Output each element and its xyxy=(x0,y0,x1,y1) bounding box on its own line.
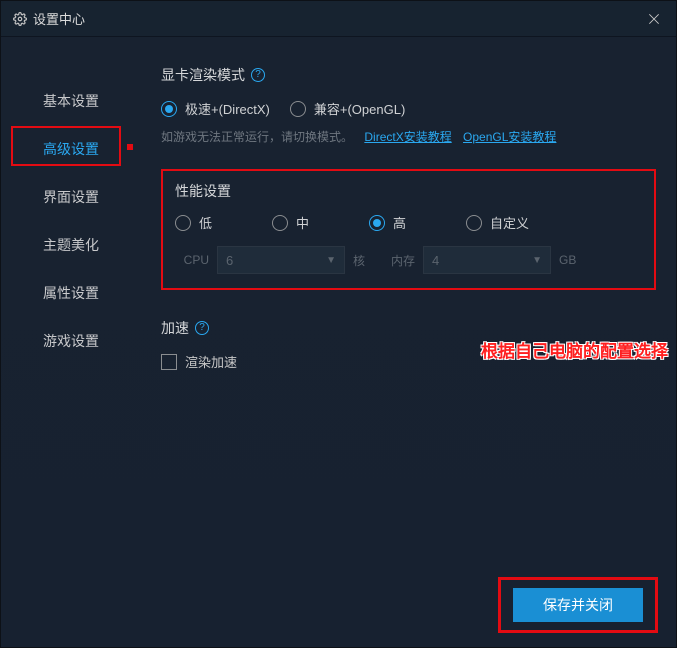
window-title: 设置中心 xyxy=(33,9,85,28)
performance-highlight: 性能设置 低 中 高 自定义 CPU 6 ▼ 核 内存 xyxy=(161,169,656,290)
sidebar-item-basic[interactable]: 基本设置 xyxy=(1,77,141,125)
chevron-down-icon: ▼ xyxy=(326,255,336,266)
radio-label: 低 xyxy=(199,213,212,232)
radio-label: 自定义 xyxy=(490,213,529,232)
sidebar-item-property[interactable]: 属性设置 xyxy=(1,269,141,317)
mem-label: 内存 xyxy=(381,252,415,269)
sidebar-item-label: 属性设置 xyxy=(43,283,99,303)
radio-label: 极速+(DirectX) xyxy=(185,99,270,118)
main-panel: 显卡渲染模式 ? 极速+(DirectX) 兼容+(OpenGL) 如游戏无法正… xyxy=(141,37,676,647)
radio-opengl[interactable]: 兼容+(OpenGL) xyxy=(290,99,405,118)
render-mode-hint: 如游戏无法正常运行，请切换模式。 DirectX安装教程 OpenGL安装教程 xyxy=(161,128,656,145)
sidebar-highlight xyxy=(11,126,121,166)
sidebar-item-theme[interactable]: 主题美化 xyxy=(1,221,141,269)
mem-dropdown[interactable]: 4 ▼ xyxy=(423,246,551,274)
mem-unit: GB xyxy=(559,253,579,267)
sidebar-highlight-dot xyxy=(127,144,133,150)
sidebar-item-label: 界面设置 xyxy=(43,187,99,207)
cpu-dropdown[interactable]: 6 ▼ xyxy=(217,246,345,274)
chevron-down-icon: ▼ xyxy=(532,255,542,266)
radio-low[interactable]: 低 xyxy=(175,213,212,232)
radio-high[interactable]: 高 xyxy=(369,213,406,232)
performance-title: 性能设置 xyxy=(175,181,642,201)
cpu-value: 6 xyxy=(226,253,233,268)
sidebar-item-label: 游戏设置 xyxy=(43,331,99,351)
render-mode-title: 显卡渲染模式 ? xyxy=(161,65,656,85)
mem-value: 4 xyxy=(432,253,439,268)
annotation-text: 根据自己电脑的配置选择 xyxy=(481,337,668,362)
titlebar: 设置中心 xyxy=(1,1,676,37)
gear-icon xyxy=(13,12,27,26)
save-highlight: 保存并关闭 xyxy=(498,577,658,633)
sidebar-item-ui[interactable]: 界面设置 xyxy=(1,173,141,221)
cpu-label: CPU xyxy=(175,253,209,267)
link-opengl-tutorial[interactable]: OpenGL安装教程 xyxy=(463,130,556,144)
link-directx-tutorial[interactable]: DirectX安装教程 xyxy=(364,130,451,144)
radio-label: 兼容+(OpenGL) xyxy=(314,99,405,118)
accel-title: 加速 ? xyxy=(161,318,656,338)
help-icon[interactable]: ? xyxy=(195,321,209,335)
close-button[interactable] xyxy=(644,9,664,29)
radio-custom[interactable]: 自定义 xyxy=(466,213,529,232)
checkbox-label: 渲染加速 xyxy=(185,352,237,371)
radio-mid[interactable]: 中 xyxy=(272,213,309,232)
radio-label: 高 xyxy=(393,213,406,232)
sidebar-item-label: 主题美化 xyxy=(43,235,99,255)
render-accel-checkbox[interactable] xyxy=(161,354,177,370)
radio-label: 中 xyxy=(296,213,309,232)
save-label: 保存并关闭 xyxy=(543,595,613,615)
radio-directx[interactable]: 极速+(DirectX) xyxy=(161,99,270,118)
save-button[interactable]: 保存并关闭 xyxy=(513,588,643,622)
cpu-unit: 核 xyxy=(353,252,373,269)
help-icon[interactable]: ? xyxy=(251,68,265,82)
sidebar-item-game[interactable]: 游戏设置 xyxy=(1,317,141,365)
sidebar-item-label: 基本设置 xyxy=(43,91,99,111)
